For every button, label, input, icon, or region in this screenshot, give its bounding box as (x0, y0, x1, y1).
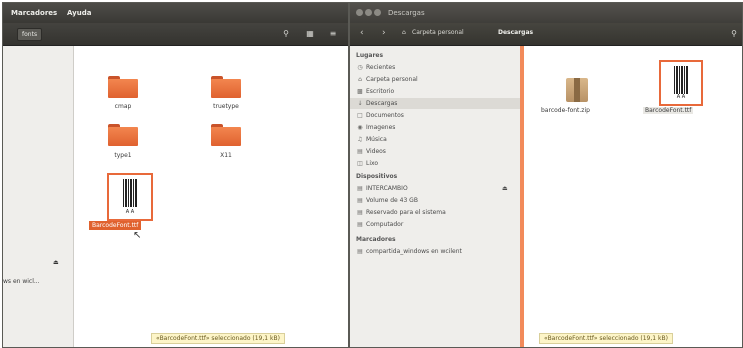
sidebar-item-intercambio[interactable]: ▤ INTERCAMBIO ⏏ (356, 183, 516, 194)
drive-icon: ▤ (357, 209, 363, 216)
menu-bar: Marcadores Ayuda (3, 3, 348, 23)
sidebar-item-carpeta-personal[interactable]: ⌂ Carpeta personal (356, 74, 516, 85)
close-window-button[interactable] (356, 9, 363, 16)
title-bar: Descargas (350, 3, 742, 23)
search-icon[interactable]: ⚲ (726, 27, 742, 41)
camera-icon: ◉ (357, 124, 363, 131)
left-file-manager-window: Marcadores Ayuda fonts ⚲ ▦ ≡ ⏏ ws en wic… (2, 2, 349, 348)
folder-label-type1: type1 (114, 152, 132, 159)
sidebar-item-computador[interactable]: ▤ Computador (356, 219, 516, 230)
sidebar-heading-marcadores: Marcadores (356, 236, 396, 243)
breadcrumb-descargas[interactable]: Descargas (498, 29, 533, 36)
menu-marcadores[interactable]: Marcadores (11, 9, 57, 17)
right-file-manager-window: Descargas ‹ › ⌂ Carpeta personal Descarg… (349, 2, 743, 348)
drive-icon: ▤ (357, 185, 363, 192)
sidebar-item-musica[interactable]: ♫ Música (356, 134, 516, 145)
folder-label-cmap: cmap (114, 103, 132, 110)
computer-icon: ▤ (357, 221, 363, 228)
status-bar: «BarcodeFont.ttf» seleccionado (19,1 kB) (539, 333, 673, 344)
folder-label-x11: X11 (220, 152, 232, 159)
folder-label-truetype: truetype (213, 103, 239, 110)
maximize-window-button[interactable] (374, 9, 381, 16)
document-icon: □ (357, 112, 363, 119)
sidebar-item-network[interactable]: ws en wicl... (3, 278, 40, 285)
path-button-fonts[interactable]: fonts (17, 28, 43, 41)
mouse-cursor-icon: ↖ (133, 230, 142, 241)
sidebar-heading-dispositivos: Dispositivos (356, 173, 398, 180)
desktop-icon: ▩ (357, 88, 363, 95)
back-button[interactable]: ‹ (360, 28, 364, 39)
sidebar-heading-lugares: Lugares (356, 52, 384, 59)
network-icon: ▤ (357, 248, 363, 255)
sidebar-item-lixo[interactable]: ◫ Lixo (356, 158, 516, 169)
toolbar: fonts ⚲ ▦ ≡ (3, 23, 348, 46)
sidebar: Lugares ◷ Recientes ⌂ Carpeta personal ▩ Es… (350, 46, 524, 347)
forward-button[interactable]: › (382, 28, 386, 39)
folder-icon[interactable] (211, 76, 241, 98)
search-icon[interactable]: ⚲ (278, 27, 294, 41)
selected-file-label[interactable]: BarcodeFont.ttf (89, 221, 142, 230)
trash-icon: ◫ (357, 160, 363, 167)
download-icon: ↓ (357, 100, 363, 107)
status-bar: «BarcodeFont.ttf» seleccionado (19,1 kB) (151, 333, 285, 344)
window-title: Descargas (388, 9, 425, 17)
file-label-barcode-font-zip[interactable]: barcode-font.zip (541, 107, 590, 114)
home-icon: ⌂ (358, 76, 362, 83)
sidebar-item-videos[interactable]: ▤ Videos (356, 146, 516, 157)
toolbar: ‹ › ⌂ Carpeta personal Descargas ⚲ (350, 23, 742, 46)
sidebar: ⏏ ws en wicl... (3, 46, 74, 347)
archive-icon[interactable] (566, 78, 588, 102)
sidebar-item-descargas[interactable]: ↓ Descargas (350, 98, 520, 109)
folder-icon[interactable] (211, 124, 241, 146)
sidebar-item-volume-43gb[interactable]: ▤ Volume de 43 GB (356, 195, 516, 206)
sidebar-item-recientes[interactable]: ◷ Recientes (356, 62, 516, 73)
folder-icon[interactable] (108, 76, 138, 98)
drive-icon: ▤ (357, 197, 363, 204)
film-icon: ▤ (357, 148, 363, 155)
sidebar-item-compartida-windows[interactable]: ▤ compartida_windows en wcilent (356, 246, 516, 257)
clock-icon: ◷ (357, 64, 363, 71)
menu-ayuda[interactable]: Ayuda (67, 9, 91, 17)
music-icon: ♫ (357, 136, 363, 143)
sidebar-item-reservado-sistema[interactable]: ▤ Reservado para el sistema (356, 207, 516, 218)
file-label-barcodefont-ttf[interactable]: BarcodeFont.ttf (643, 107, 694, 114)
menu-icon[interactable]: ≡ (325, 27, 341, 41)
font-file-icon[interactable]: A A (659, 60, 703, 106)
sidebar-item-escritorio[interactable]: ▩ Escritorio (356, 86, 516, 97)
breadcrumb-carpeta-personal[interactable]: Carpeta personal (412, 29, 464, 36)
folder-icon[interactable] (108, 124, 138, 146)
list-view-icon[interactable]: ▦ (302, 27, 318, 41)
eject-icon[interactable]: ⏏ (53, 259, 59, 266)
eject-icon[interactable]: ⏏ (502, 183, 508, 194)
minimize-window-button[interactable] (365, 9, 372, 16)
sidebar-item-imagenes[interactable]: ◉ Imagenes (356, 122, 516, 133)
font-file-icon[interactable]: A A (107, 173, 153, 221)
sidebar-item-documentos[interactable]: □ Documentos (356, 110, 516, 121)
home-icon: ⌂ (402, 29, 406, 36)
